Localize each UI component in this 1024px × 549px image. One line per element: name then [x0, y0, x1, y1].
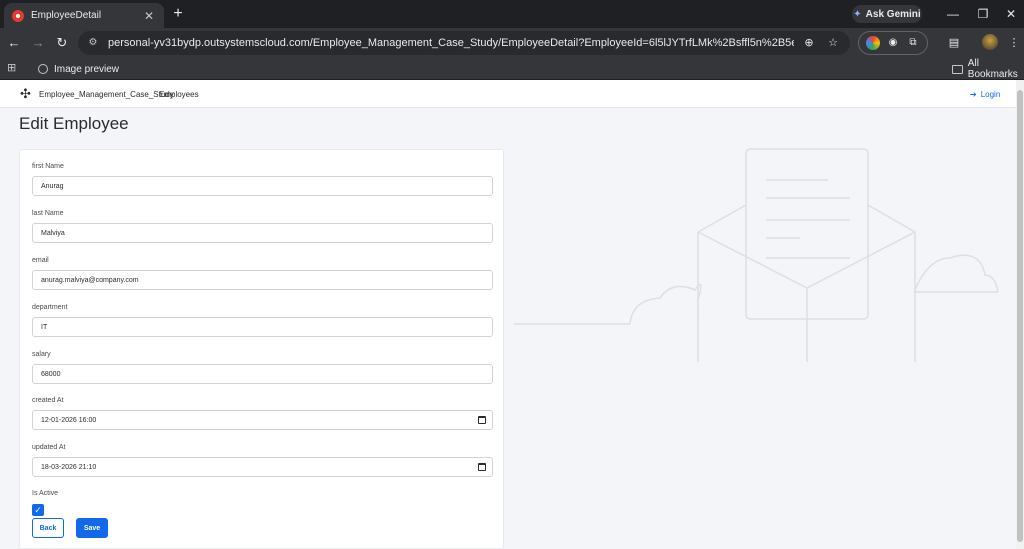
all-bookmarks-button[interactable]: All Bookmarks	[952, 58, 1024, 80]
site-info-icon[interactable]: ⚙	[86, 36, 100, 50]
calendar-icon[interactable]	[478, 463, 486, 471]
login-label: Login	[980, 90, 1001, 99]
reading-list-icon[interactable]: ▤	[946, 35, 962, 51]
last-name-input[interactable]: Malviya	[32, 223, 493, 243]
menu-item-employees[interactable]: Employees	[159, 90, 199, 99]
email-input[interactable]: anurag.malviya@company.com	[32, 270, 493, 290]
site-favicon-icon	[12, 9, 24, 22]
minimize-icon[interactable]: —	[938, 4, 968, 24]
first-name-label: first Name	[32, 163, 64, 170]
created-at-label: created At	[32, 397, 64, 404]
created-at-value: 12-01-2026 16:00	[41, 416, 97, 424]
envelope-illustration	[514, 148, 999, 362]
color-extension-icon[interactable]	[866, 36, 880, 50]
browser-toolbar: ← → ↻ ⚙ personal-yv31bydp.outsystemsclou…	[0, 28, 1024, 58]
updated-at-label: updated At	[32, 444, 66, 451]
tab-close-icon[interactable]: ✕	[142, 9, 156, 23]
checkmark-icon: ✓	[34, 505, 42, 515]
gemini-spark-icon: ✦	[853, 8, 862, 20]
tab-title: EmployeeDetail	[31, 10, 102, 21]
address-bar[interactable]: ⚙ personal-yv31bydp.outsystemscloud.com/…	[78, 31, 850, 55]
web-page: ✣ Employee_Management_Case_Study Employe…	[0, 80, 1024, 549]
salary-input[interactable]: 68000	[32, 364, 493, 384]
browser-menu-icon[interactable]: ⋮	[1006, 35, 1022, 51]
browser-tab-strip: EmployeeDetail ✕ + ✦ Ask Gemini — ❐ ✕	[0, 0, 1024, 28]
all-bookmarks-label: All Bookmarks	[967, 58, 1018, 80]
updated-at-input[interactable]: 18-03-2026 21:10	[32, 457, 493, 477]
app-header: ✣ Employee_Management_Case_Study Employe…	[0, 80, 1016, 108]
salary-label: salary	[32, 351, 51, 358]
bookmark-image-preview[interactable]: Image preview	[38, 61, 119, 77]
page-title: Edit Employee	[19, 114, 129, 133]
scrollbar-thumb[interactable]	[1017, 90, 1023, 542]
department-input[interactable]: IT	[32, 317, 493, 337]
close-window-icon[interactable]: ✕	[996, 4, 1024, 24]
forward-arrow-icon[interactable]: →	[28, 33, 48, 53]
created-at-input[interactable]: 12-01-2026 16:00	[32, 410, 493, 430]
globe-icon	[38, 64, 48, 74]
login-link[interactable]: ➔ Login	[970, 90, 1000, 99]
back-button[interactable]: Back	[32, 518, 64, 538]
calendar-icon[interactable]	[478, 416, 486, 424]
is-active-checkbox[interactable]: ✓	[32, 504, 44, 516]
last-name-label: last Name	[32, 210, 64, 217]
back-arrow-icon[interactable]: ←	[4, 33, 24, 53]
ask-gemini-label: Ask Gemini	[865, 8, 921, 20]
department-label: department	[32, 304, 68, 311]
puzzle-extensions-icon[interactable]: ⧉	[906, 36, 920, 50]
camera-extension-icon[interactable]: ◉	[886, 36, 900, 50]
bookmark-label: Image preview	[54, 63, 120, 75]
browser-tab[interactable]: EmployeeDetail ✕	[4, 3, 164, 28]
restore-icon[interactable]: ❐	[968, 4, 998, 24]
folder-icon	[952, 64, 963, 74]
profile-avatar[interactable]	[982, 34, 998, 50]
app-name-link[interactable]: Employee_Management_Case_Study	[39, 90, 174, 99]
is-active-label: Is Active	[32, 490, 59, 497]
email-label: email	[32, 257, 49, 264]
new-tab-button[interactable]: +	[168, 4, 188, 24]
app-logo-icon: ✣	[20, 86, 31, 101]
first-name-input[interactable]: Anurag	[32, 176, 493, 196]
apps-grid-icon[interactable]: ⊞	[7, 62, 19, 74]
updated-at-value: 18-03-2026 21:10	[41, 463, 97, 471]
bookmark-star-icon[interactable]: ☆	[824, 34, 842, 52]
ask-gemini-button[interactable]: ✦ Ask Gemini	[852, 5, 922, 23]
bookmarks-bar: ⊞ Image preview All Bookmarks	[0, 58, 1024, 80]
save-button[interactable]: Save	[76, 518, 108, 538]
extensions-group: ◉ ⧉	[858, 31, 928, 55]
login-icon: ➔	[970, 90, 977, 99]
url-text[interactable]: personal-yv31bydp.outsystemscloud.com/Em…	[108, 37, 794, 49]
reload-icon[interactable]: ↻	[52, 33, 72, 53]
employee-form-card: first Name Anurag last Name Malviya emai…	[19, 149, 504, 549]
zoom-icon[interactable]: ⊕	[800, 34, 818, 52]
